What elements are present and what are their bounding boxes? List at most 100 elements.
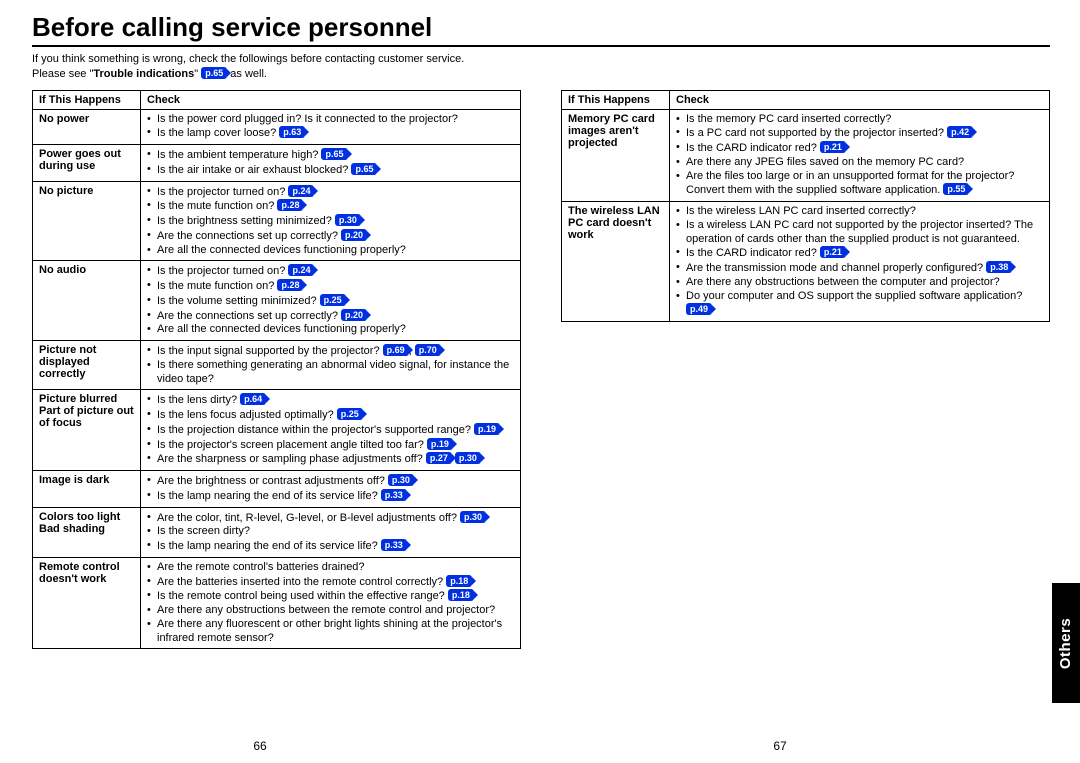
page-ref-icon: p.21 [820, 246, 846, 258]
table-row: Colors too light Bad shadingAre the colo… [33, 507, 521, 557]
check-cell: Are the remote control's batteries drain… [141, 557, 521, 649]
page-ref-icon: p.18 [446, 575, 472, 587]
page-ref-icon: p.18 [448, 589, 474, 601]
check-cell: Is the wireless LAN PC card inserted cor… [670, 202, 1050, 322]
intro-line1: If you think something is wrong, check t… [32, 53, 464, 65]
left-column: If This Happens Check No power Is the pow… [32, 90, 521, 650]
page-ref-icon: p.19 [474, 423, 500, 435]
check-item: Are there any fluorescent or other brigh… [147, 618, 515, 646]
check-item: Is the CARD indicator red? p.21 [676, 246, 1044, 261]
page-ref-icon: p.30 [460, 511, 486, 523]
page-ref-icon: p.24 [288, 185, 314, 197]
check-item: Is the projector's screen placement angl… [147, 438, 515, 453]
symptom-cell: No power [33, 109, 141, 145]
symptom-cell: Power goes out during use [33, 145, 141, 182]
check-cell: Is the projector turned on? p.24Is the m… [141, 261, 521, 341]
page-ref-icon: p.42 [947, 126, 973, 138]
table-row: Power goes out during useIs the ambient … [33, 145, 521, 182]
section-tab-label: Others [1058, 617, 1075, 668]
check-cell: Is the ambient temperature high? p.65Is … [141, 145, 521, 182]
page-ref-icon: p.33 [381, 489, 407, 501]
intro-line2c: " [194, 68, 201, 80]
check-item: Is the lamp nearing the end of its servi… [147, 539, 515, 554]
check-item: Are all the connected devices functionin… [147, 244, 515, 258]
check-item: Is the brightness setting minimized? p.3… [147, 214, 515, 229]
table-row: Remote control doesn't work Are the remot… [33, 557, 521, 649]
check-item: Is the remote control being used within … [147, 589, 515, 604]
page-ref-icon: p.65 [201, 67, 227, 79]
right-column: If This Happens Check Memory PC card ima… [561, 90, 1050, 650]
page-ref-icon: p.28 [277, 199, 303, 211]
page-ref-icon: p.20 [341, 309, 367, 321]
table-row: Picture blurred Part of picture out of f… [33, 390, 521, 471]
page-ref-icon: p.64 [240, 393, 266, 405]
symptom-cell: Remote control doesn't work [33, 557, 141, 649]
page-ref-icon: p.21 [820, 141, 846, 153]
check-item: Are the color, tint, R-level, G-level, o… [147, 511, 515, 526]
intro-text: If you think something is wrong, check t… [32, 53, 1050, 82]
symptom-cell: Picture blurred Part of picture out of f… [33, 390, 141, 471]
check-item: Is the lamp nearing the end of its servi… [147, 489, 515, 504]
check-item: Are the remote control's batteries drain… [147, 561, 515, 575]
page-ref-icon: p.28 [277, 279, 303, 291]
check-item: Is there something generating an abnorma… [147, 359, 515, 387]
page-ref-icon: p.19 [427, 438, 453, 450]
page-ref-icon: p.24 [288, 264, 314, 276]
check-item: Is the mute function on? p.28 [147, 279, 515, 294]
symptom-cell: No audio [33, 261, 141, 341]
page-ref-icon: p.27 [426, 452, 452, 464]
page-ref-icon: p.30 [455, 452, 481, 464]
symptom-cell: Image is dark [33, 471, 141, 508]
check-item: Is the screen dirty? [147, 525, 515, 539]
table-header-check: Check [141, 90, 521, 109]
check-item: Are the connections set up correctly? p.… [147, 309, 515, 324]
troubleshoot-table-right: If This Happens Check Memory PC card ima… [561, 90, 1050, 323]
check-item: Is the volume setting minimized? p.25 [147, 294, 515, 309]
check-cell: Is the power cord plugged in? Is it conn… [141, 109, 521, 145]
page-ref-icon: p.38 [986, 261, 1012, 273]
check-item: Are there any JPEG files saved on the me… [676, 156, 1044, 170]
check-item: Do your computer and OS support the supp… [676, 290, 1044, 319]
page-ref-icon: p.49 [686, 303, 712, 315]
page-ref-icon: p.20 [341, 229, 367, 241]
check-cell: Is the input signal supported by the pro… [141, 341, 521, 390]
check-item: Is the wireless LAN PC card inserted cor… [676, 205, 1044, 219]
check-item: Are the files too large or in an unsuppo… [676, 170, 1044, 199]
table-row: No audioIs the projector turned on? p.24… [33, 261, 521, 341]
check-item: Is the projection distance within the pr… [147, 423, 515, 438]
page-ref-icon: p.65 [351, 163, 377, 175]
check-item: Is the lamp cover loose? p.63 [147, 126, 515, 141]
symptom-cell: Memory PC card images aren't projected [562, 109, 670, 202]
check-item: Is the ambient temperature high? p.65 [147, 148, 515, 163]
check-item: Are the connections set up correctly? p.… [147, 229, 515, 244]
section-tab: Others [1052, 583, 1080, 703]
page-ref-icon: p.25 [337, 408, 363, 420]
page-number-right: 67 [520, 739, 1040, 753]
table-header-check: Check [670, 90, 1050, 109]
table-row: Memory PC card images aren't projected Is… [562, 109, 1050, 202]
page-ref-icon: p.25 [320, 294, 346, 306]
table-row: Image is darkAre the brightness or contr… [33, 471, 521, 508]
check-item: Is a wireless LAN PC card not supported … [676, 219, 1044, 247]
page-ref-icon: p.63 [279, 126, 305, 138]
symptom-cell: Picture not displayed correctly [33, 341, 141, 390]
check-item: Is the memory PC card inserted correctly… [676, 113, 1044, 127]
table-row: Picture not displayed correctly Is the in… [33, 341, 521, 390]
table-row: The wireless LAN PC card doesn't workIs … [562, 202, 1050, 322]
page-ref-icon: p.30 [335, 214, 361, 226]
intro-line2a: Please see " [32, 68, 93, 80]
page-ref-icon: p.33 [381, 539, 407, 551]
check-item: Is the input signal supported by the pro… [147, 344, 515, 359]
check-item: Is the lens dirty? p.64 [147, 393, 515, 408]
check-item: Is the power cord plugged in? Is it conn… [147, 113, 515, 127]
check-item: Is the projector turned on? p.24 [147, 185, 515, 200]
check-item: Are the transmission mode and channel pr… [676, 261, 1044, 276]
check-item: Is a PC card not supported by the projec… [676, 126, 1044, 141]
intro-line2d: as well. [227, 68, 267, 80]
check-item: Is the lens focus adjusted optimally? p.… [147, 408, 515, 423]
check-item: Is the mute function on? p.28 [147, 199, 515, 214]
check-cell: Are the color, tint, R-level, G-level, o… [141, 507, 521, 557]
page-title: Before calling service personnel [32, 12, 1050, 47]
check-cell: Are the brightness or contrast adjustmen… [141, 471, 521, 508]
table-header-symptom: If This Happens [33, 90, 141, 109]
